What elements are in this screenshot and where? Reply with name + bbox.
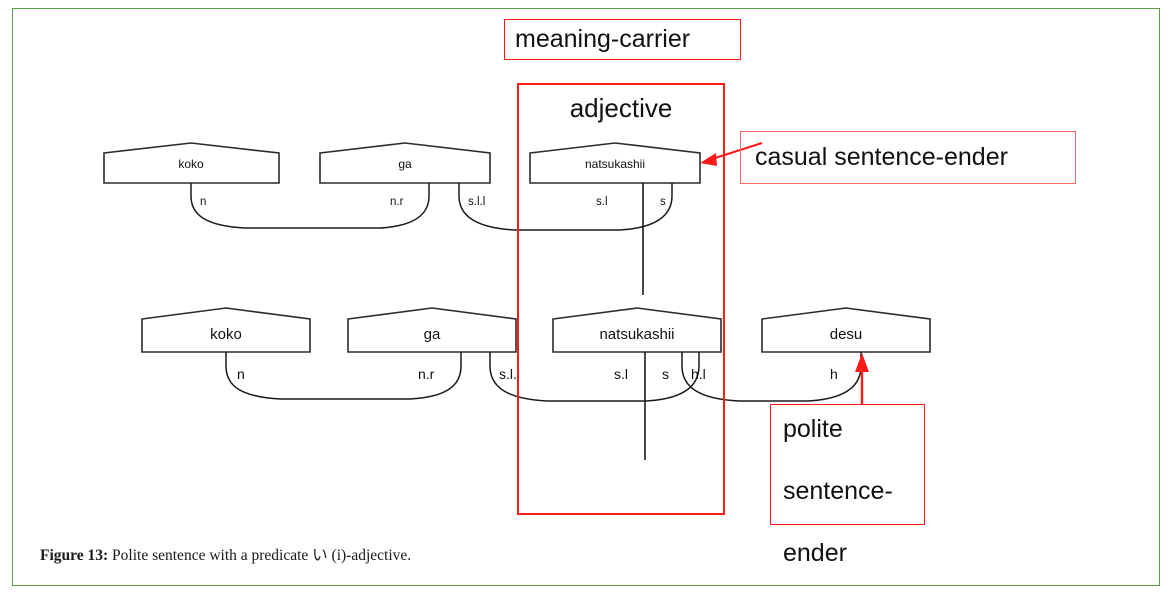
link-label-sll-top: s.l.l bbox=[468, 196, 485, 208]
word-node-desu-bottom: desu bbox=[761, 307, 931, 353]
annotation-label-meaning-carrier: meaning-carrier bbox=[515, 25, 691, 53]
annotation-label-polite-sentence-ender: polite sentence- ender bbox=[783, 414, 893, 569]
word-node-koko-bottom: koko bbox=[141, 307, 311, 353]
word-label-ga-bottom: ga bbox=[424, 326, 441, 343]
word-label-koko-top: koko bbox=[178, 157, 204, 171]
link-label-nr-top: n.r bbox=[390, 196, 404, 208]
annotation-box-meaning-carrier: meaning-carrier bbox=[504, 19, 741, 60]
annotation-box-polite-sentence-ender: polite sentence- ender bbox=[770, 404, 925, 567]
word-node-ga-top: ga bbox=[319, 142, 491, 184]
figure-page: koko ga natsukashii n n.r s.l.l s.l s ko… bbox=[0, 0, 1172, 597]
annotation-label-polite-line2: sentence- bbox=[783, 477, 893, 505]
link-label-h-bottom: h bbox=[830, 366, 838, 382]
annotation-label-adjective: adjective bbox=[569, 93, 673, 123]
word-node-ga-bottom: ga bbox=[347, 307, 517, 353]
figure-caption-text: Polite sentence with a predicate い (i)-a… bbox=[108, 547, 412, 564]
annotation-label-polite-line3: ender bbox=[783, 539, 847, 567]
annotation-region-adjective bbox=[517, 83, 725, 515]
annotation-box-casual-sentence-ender: casual sentence-ender bbox=[740, 131, 1076, 184]
link-label-nr-bottom: n.r bbox=[418, 366, 435, 382]
figure-caption-label: Figure 13: bbox=[40, 547, 109, 564]
arrow-polite-sentence-ender bbox=[855, 353, 869, 404]
annotation-label-casual-sentence-ender: casual sentence-ender bbox=[755, 143, 1008, 171]
link-label-n-top: n bbox=[200, 196, 206, 208]
link-label-n-bottom: n bbox=[237, 366, 245, 382]
word-label-koko-bottom: koko bbox=[210, 326, 242, 343]
word-node-koko-top: koko bbox=[103, 142, 280, 184]
annotation-label-polite-line1: polite bbox=[783, 415, 843, 443]
figure-caption: Figure 13: Polite sentence with a predic… bbox=[40, 543, 411, 565]
word-label-desu-bottom: desu bbox=[830, 326, 863, 343]
word-label-ga-top: ga bbox=[398, 157, 412, 171]
